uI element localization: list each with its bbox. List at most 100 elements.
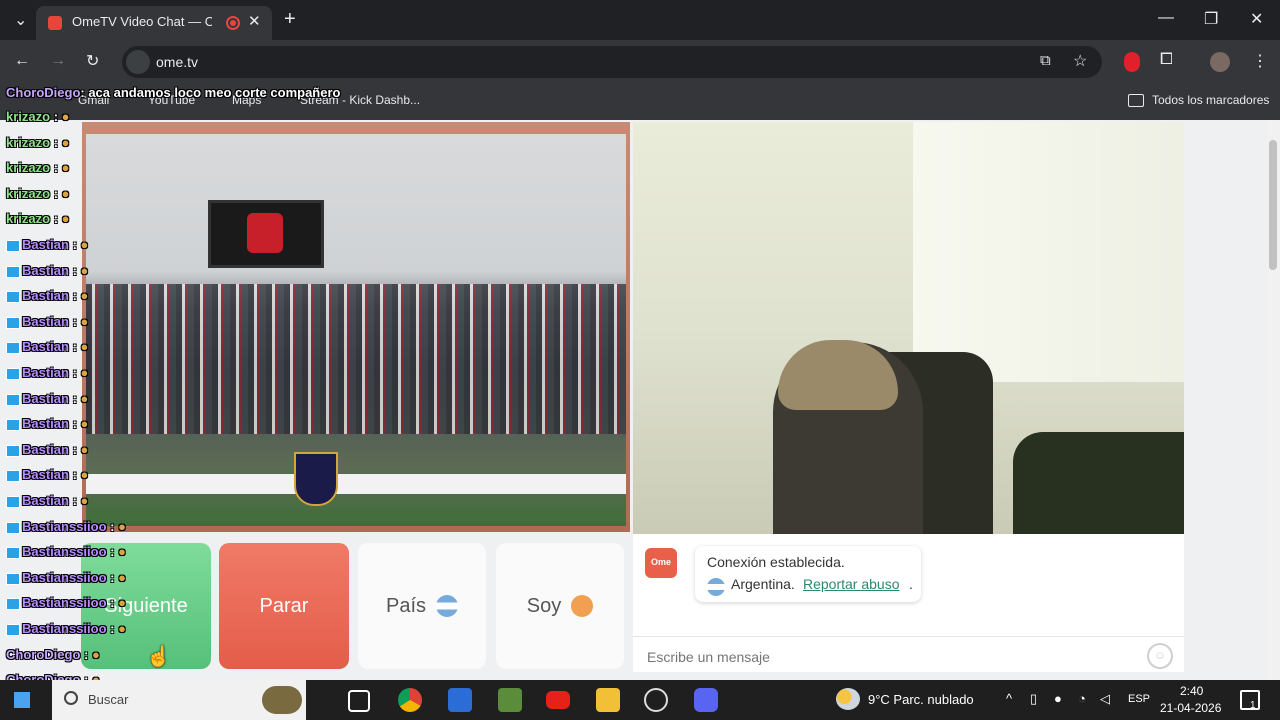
chat-emote-icon: ● (80, 365, 89, 380)
extensions-puzzle-icon[interactable]: ⧠ (1160, 51, 1173, 69)
hedgehog-icon (262, 686, 302, 714)
chat-emote-icon: ● (61, 211, 70, 226)
chat-message: krizazo : ● (6, 109, 70, 124)
chat-separator: : (106, 621, 119, 636)
page-scrollbar[interactable] (1266, 120, 1280, 680)
chat-badge-icon (6, 444, 20, 457)
stop-button[interactable]: Parar (219, 543, 349, 669)
extension-shield-icon[interactable] (1124, 52, 1140, 72)
chat-emote-icon: ● (118, 595, 126, 610)
chat-emote-icon: ● (80, 237, 89, 252)
message-input[interactable] (645, 646, 1139, 668)
scrollbar-thumb[interactable] (1269, 140, 1277, 270)
wifi-icon[interactable]: ◔ (1078, 691, 1086, 706)
partner-country: Argentina. (731, 576, 795, 592)
chat-message: Bastian : ● (6, 493, 88, 508)
reload-icon[interactable]: ↻ (86, 51, 99, 71)
obs-taskbar-icon[interactable] (644, 688, 668, 712)
chat-message: krizazo : ● (6, 160, 70, 175)
chat-emote-icon: ● (61, 135, 70, 150)
windows-start-icon[interactable] (14, 692, 30, 708)
minimize-button[interactable]: — (1158, 9, 1174, 27)
chat-emote-icon: ● (91, 647, 100, 662)
chat-badge-icon (6, 521, 20, 534)
install-app-icon[interactable]: ⧉ (1040, 52, 1051, 69)
chat-username: krizazo (6, 211, 51, 226)
chat-message: Bastian : ● (6, 365, 88, 380)
minecraft-taskbar-icon[interactable] (498, 688, 522, 712)
hidden-icons-chevron-icon[interactable]: ^ (1006, 691, 1012, 706)
browser-tab[interactable]: OmeTV Video Chat — Ome ✕ (36, 6, 272, 40)
volume-icon[interactable]: ◁ (1100, 691, 1110, 707)
windows-taskbar: Buscar 9°C Parc. nublado ^ ▯ ● ◔ ◁ ESP 2… (0, 680, 1280, 720)
back-arrow-icon[interactable]: ← (14, 52, 30, 70)
file-explorer-taskbar-icon[interactable] (596, 688, 620, 712)
site-info-icon[interactable] (126, 50, 150, 74)
tab-close-icon[interactable]: ✕ (248, 12, 261, 30)
bookmark-star-icon[interactable]: ☆ (1073, 51, 1087, 71)
address-bar[interactable]: ome.tv ⧉ ☆ (122, 46, 1102, 78)
chat-username: Bastianssiioo (22, 621, 107, 636)
folder-icon (1128, 94, 1144, 107)
chat-username: ChoroDiego (6, 647, 81, 662)
country-button-label: País (385, 594, 427, 617)
chat-message: krizazo : ● (6, 186, 70, 201)
chat-username: Bastianssiioo (22, 544, 107, 559)
microphone-icon[interactable]: ● (1054, 691, 1062, 706)
chat-emote-icon: ● (118, 621, 126, 636)
clock-time[interactable]: 2:40 (1180, 684, 1203, 698)
chat-separator: : (50, 135, 62, 150)
chat-emote-icon: ● (80, 442, 89, 457)
all-bookmarks[interactable]: Todos los marcadores (1152, 93, 1269, 107)
chat-separator: : (106, 570, 119, 585)
youtube-taskbar-icon[interactable] (546, 691, 570, 709)
chat-message: Bastian : ● (6, 416, 88, 431)
chat-separator: : (68, 288, 81, 303)
task-view-icon[interactable] (348, 690, 370, 712)
chat-message: Bastianssiioo : ● (6, 570, 126, 585)
weather-text[interactable]: 9°C Parc. nublado (868, 692, 974, 707)
chat-message: ChoroDiego : ● (6, 647, 100, 662)
chat-username: Bastian (22, 288, 69, 303)
clock-date[interactable]: 21-04-2026 (1160, 701, 1221, 715)
chat-badge-icon (6, 469, 20, 482)
store-taskbar-icon[interactable] (448, 688, 472, 712)
language-indicator[interactable]: ESP (1128, 693, 1150, 705)
new-tab-button[interactable]: + (284, 8, 296, 31)
profile-avatar[interactable] (1210, 52, 1230, 72)
chat-badge-icon (6, 418, 20, 431)
menu-kebab-icon[interactable]: ⋮ (1252, 51, 1268, 71)
chrome-taskbar-icon[interactable] (398, 688, 422, 712)
gender-button[interactable]: Soy (496, 543, 624, 669)
chat-username: krizazo (6, 160, 51, 175)
chat-overlay-top-message: ChoroDiego: aca andamos loco meo corte c… (6, 85, 341, 100)
chat-badge-icon (6, 546, 20, 559)
connection-status: Conexión establecida. (707, 554, 845, 570)
chat-badge-icon (6, 393, 20, 406)
chat-badge-icon (6, 623, 20, 636)
emoji-smiley-icon[interactable]: ☺ (1147, 643, 1173, 669)
chat-message: Bastian : ● (6, 288, 88, 303)
taskbar-search-label: Buscar (88, 692, 129, 707)
chat-username: Bastian (22, 493, 69, 508)
argentina-flag-icon (436, 595, 459, 617)
weather-cloud-sun-icon[interactable] (836, 688, 860, 710)
chat-username: krizazo (6, 135, 51, 150)
network-icon[interactable]: ▯ (1030, 691, 1037, 707)
tab-search-chevron-icon[interactable]: ⌄ (14, 10, 27, 30)
chat-message: Bastian : ● (6, 314, 88, 329)
chat-username: Bastianssiioo (22, 519, 107, 534)
window-close-button[interactable]: ✕ (1250, 9, 1263, 29)
jacket (1013, 432, 1184, 534)
chat-emote-icon: ● (80, 288, 89, 303)
chat-emote-icon: ● (61, 160, 70, 175)
report-abuse-link[interactable]: Reportar abuso (803, 576, 900, 592)
chat-message: Bastian : ● (6, 237, 88, 252)
chat-separator: : (68, 416, 81, 431)
discord-taskbar-icon[interactable] (694, 688, 718, 712)
taskbar-search[interactable]: Buscar (52, 680, 306, 720)
forward-arrow-icon[interactable]: → (50, 52, 66, 70)
country-button[interactable]: País (358, 543, 486, 669)
chat-message: Bastianssiioo : ● (6, 519, 126, 534)
maximize-button[interactable]: ❐ (1204, 9, 1218, 29)
